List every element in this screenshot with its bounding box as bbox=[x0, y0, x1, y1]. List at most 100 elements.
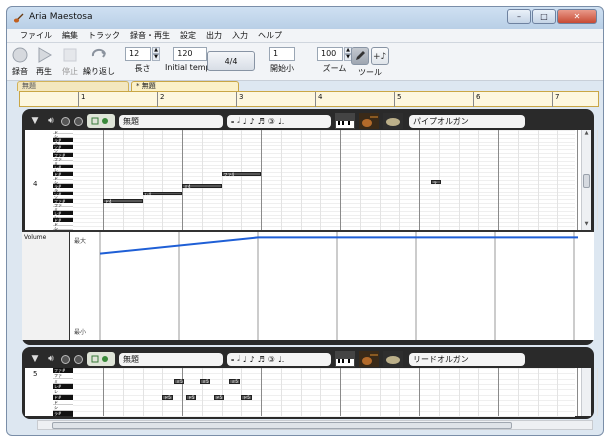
record-button[interactable]: 録音 bbox=[11, 46, 29, 77]
play-button[interactable]: 再生 bbox=[35, 46, 53, 77]
track-mode-button[interactable] bbox=[87, 352, 115, 366]
horizontal-scrollbar[interactable] bbox=[37, 420, 593, 430]
track-2-note-grid[interactable]: ミ5 ミ5 ミ5 ド5 ド5 ド5 ド5 bbox=[73, 368, 598, 417]
track-1-instrument-field[interactable]: パイプオルガン bbox=[409, 114, 525, 128]
note-duration-selector[interactable]: 𝅝 𝅗𝅥 ♩ ♪ ♬ ③ ♩. bbox=[227, 352, 331, 366]
menu-playback[interactable]: 録音・再生 bbox=[125, 29, 175, 42]
note-block[interactable]: ド5 bbox=[213, 394, 224, 400]
whole-note-icon[interactable]: 𝅝 bbox=[231, 116, 234, 126]
drum-icon[interactable] bbox=[383, 113, 403, 129]
beat-line bbox=[162, 368, 164, 416]
length-input[interactable]: 12 bbox=[125, 47, 151, 61]
pencil-tool-button[interactable] bbox=[351, 47, 369, 65]
tempo-input[interactable]: 120 bbox=[173, 47, 208, 61]
track-1-piano-roll[interactable]: 4 ドシラ# ラソ# ソファ# ファミレ# レド# ドシラ# ラソ# ソファ# ファミレ# レド#… bbox=[25, 130, 598, 231]
note-block[interactable]: レ4 bbox=[142, 191, 182, 196]
volume-curve-area[interactable] bbox=[70, 232, 578, 340]
menu-track[interactable]: トラック bbox=[83, 29, 125, 42]
menu-help[interactable]: ヘルプ bbox=[253, 29, 287, 42]
start-measure-input[interactable]: 1 bbox=[269, 47, 295, 61]
speaker-icon[interactable]: 🔊︎ bbox=[45, 116, 57, 126]
note-block[interactable]: ド4 bbox=[103, 199, 143, 204]
track-1-note-grid[interactable]: ド4 レ4 ミ4 ファ4 ラ bbox=[73, 130, 598, 231]
note-block[interactable]: ファ4 bbox=[221, 172, 261, 177]
start-measure-control: 1 開始小 bbox=[269, 47, 295, 74]
scroll-down-icon[interactable]: ▼ bbox=[582, 221, 591, 230]
collapse-arrow-icon[interactable]: ▼ bbox=[29, 116, 41, 126]
track-2-instrument-field[interactable]: リードオルガン bbox=[409, 352, 525, 366]
piano-icon[interactable] bbox=[335, 351, 355, 367]
guitar-instrument-icon[interactable] bbox=[359, 113, 379, 129]
volume-curve[interactable] bbox=[99, 236, 578, 255]
piano-key[interactable]: ラ# bbox=[53, 410, 73, 416]
track-1-controller-panel[interactable]: Volume 最大 最小 bbox=[22, 230, 594, 340]
eighth-note-icon[interactable]: ♪ bbox=[250, 355, 255, 364]
minimize-button[interactable]: – bbox=[507, 9, 531, 24]
note-duration-selector[interactable]: 𝅝 𝅗𝅥 ♩ ♪ ♬ ③ ♩. bbox=[227, 114, 331, 128]
beat-line bbox=[320, 368, 322, 416]
solo-button[interactable] bbox=[61, 116, 70, 126]
measure-line bbox=[261, 130, 262, 230]
loop-button[interactable]: 繰り返し bbox=[83, 46, 115, 77]
tab-sequence-2[interactable]: * 無題 bbox=[131, 81, 239, 91]
note-block[interactable]: ミ4 bbox=[182, 183, 222, 188]
scroll-up-icon[interactable]: ▲ bbox=[582, 130, 591, 139]
sixteenth-note-icon[interactable]: ♬ bbox=[258, 117, 265, 126]
note-block[interactable]: ド5 bbox=[162, 394, 173, 400]
half-note-icon[interactable]: 𝅗𝅥 bbox=[237, 116, 240, 126]
beat-line bbox=[142, 130, 144, 230]
track-1-name-field[interactable]: 無題 bbox=[119, 114, 223, 128]
grid-row-line bbox=[73, 180, 575, 181]
menu-settings[interactable]: 設定 bbox=[175, 29, 201, 42]
track-2-vertical-scrollbar[interactable] bbox=[581, 368, 591, 416]
note-block[interactable]: ミ5 bbox=[200, 378, 211, 384]
measure-line bbox=[103, 368, 104, 416]
close-button[interactable]: ✕ bbox=[557, 9, 597, 24]
maximize-button[interactable]: □ bbox=[532, 9, 556, 24]
menu-input[interactable]: 入力 bbox=[227, 29, 253, 42]
tab-sequence-1[interactable]: 無題 bbox=[17, 81, 129, 91]
horizontal-scroll-thumb[interactable] bbox=[52, 422, 512, 429]
quarter-note-icon[interactable]: ♩ bbox=[243, 117, 247, 126]
triplet-icon[interactable]: ③ bbox=[268, 355, 275, 364]
scroll-thumb[interactable] bbox=[583, 174, 590, 188]
note-block[interactable]: ラ bbox=[430, 180, 442, 184]
triplet-icon[interactable]: ③ bbox=[268, 117, 275, 126]
length-stepper[interactable]: ▲ ▼ bbox=[152, 47, 160, 61]
speaker-icon[interactable]: 🔊︎ bbox=[45, 354, 57, 364]
note-block[interactable]: ミ5 bbox=[229, 378, 240, 384]
menu-output[interactable]: 出力 bbox=[201, 29, 227, 42]
record-arm-button[interactable] bbox=[74, 116, 83, 126]
track-2-name-field[interactable]: 無題 bbox=[119, 352, 223, 366]
sixteenth-note-icon[interactable]: ♬ bbox=[258, 355, 265, 364]
add-note-tool-button[interactable]: +♪ bbox=[371, 47, 389, 65]
eighth-note-icon[interactable]: ♪ bbox=[250, 117, 255, 126]
piano-icon[interactable] bbox=[335, 113, 355, 129]
dotted-note-icon[interactable]: ♩. bbox=[278, 117, 284, 126]
controller-label[interactable]: Volume bbox=[22, 232, 70, 340]
dotted-note-icon[interactable]: ♩. bbox=[278, 355, 284, 364]
menu-file[interactable]: ファイル bbox=[15, 29, 57, 42]
measure-ruler[interactable]: 1 2 3 4 5 6 7 bbox=[19, 91, 599, 107]
track-2-piano-roll[interactable]: 5 ファ# ファミレ# レド# ドシラ# ミ5 ミ5 ミ5 ド5 ド5 ド5 ド5 bbox=[25, 368, 598, 417]
track-1-vertical-scrollbar[interactable]: ▲ ▼ bbox=[581, 130, 591, 230]
time-signature-control: 4/4 bbox=[207, 51, 255, 71]
note-block[interactable]: ミ5 bbox=[174, 378, 185, 384]
track-1-keyboard[interactable]: 4 ドシラ# ラソ# ソファ# ファミレ# レド# ドシラ# ラソ# ソファ# ファミレ# レド#… bbox=[25, 130, 73, 231]
half-note-icon[interactable]: 𝅗𝅥 bbox=[237, 354, 240, 364]
stop-button[interactable]: 停止 bbox=[61, 46, 79, 77]
record-arm-button[interactable] bbox=[74, 354, 83, 364]
quarter-note-icon[interactable]: ♩ bbox=[243, 355, 247, 364]
whole-note-icon[interactable]: 𝅝 bbox=[231, 354, 234, 364]
zoom-input[interactable]: 100 bbox=[317, 47, 343, 61]
solo-button[interactable] bbox=[61, 354, 70, 364]
drum-icon[interactable] bbox=[383, 351, 403, 367]
collapse-arrow-icon[interactable]: ▼ bbox=[29, 354, 41, 364]
note-block[interactable]: ド5 bbox=[241, 394, 252, 400]
track-2-keyboard[interactable]: 5 ファ# ファミレ# レド# ドシラ# bbox=[25, 368, 73, 416]
note-block[interactable]: ド5 bbox=[185, 394, 197, 400]
track-mode-button[interactable] bbox=[87, 114, 115, 128]
menu-edit[interactable]: 編集 bbox=[57, 29, 83, 42]
time-signature-button[interactable]: 4/4 bbox=[207, 51, 255, 71]
guitar-instrument-icon[interactable] bbox=[359, 351, 379, 367]
